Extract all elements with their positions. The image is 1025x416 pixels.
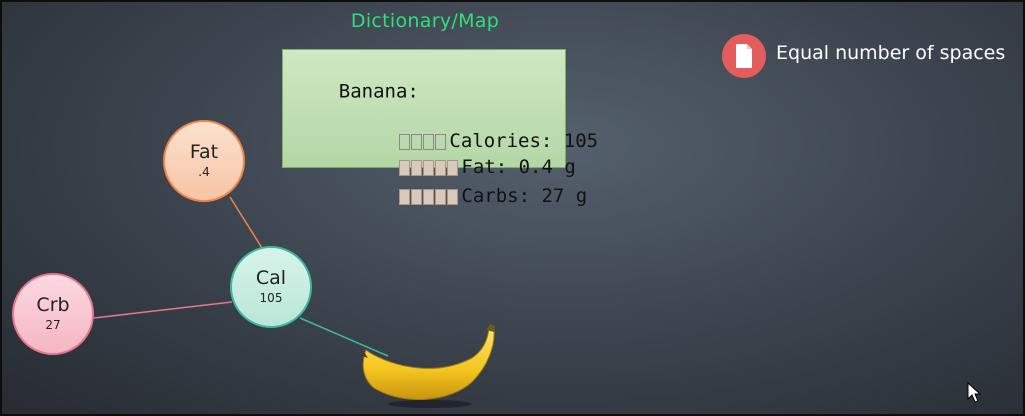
fat-node: Fat .4 <box>163 120 245 202</box>
node-label: Fat <box>189 141 219 163</box>
node-value: .4 <box>198 165 210 179</box>
cal-node: Cal 105 <box>230 246 312 328</box>
banana-image <box>362 324 495 408</box>
node-label: Cal <box>255 267 287 289</box>
connector-lines <box>93 196 389 357</box>
mouse-cursor-icon <box>967 382 981 403</box>
node-label: Crb <box>36 294 70 316</box>
crb-node: Crb 27 <box>12 273 94 355</box>
node-value: 27 <box>45 318 61 332</box>
node-value: 105 <box>259 291 283 305</box>
